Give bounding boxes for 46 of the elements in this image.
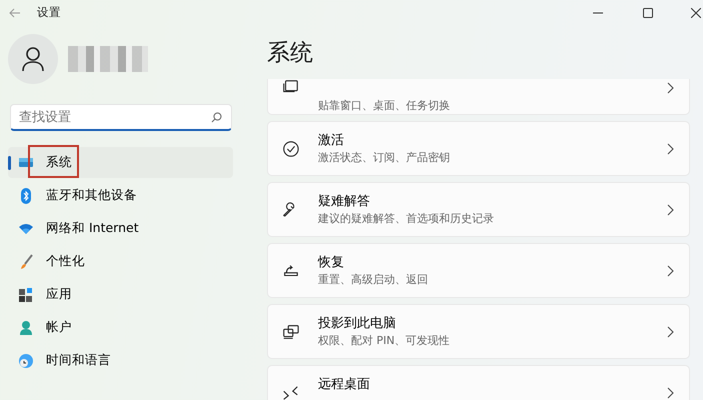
chevron-icon	[665, 142, 675, 154]
window-title: 设置	[37, 4, 61, 22]
nav-item[interactable]: 网络和 Internet	[8, 213, 233, 244]
person-icon	[18, 320, 34, 336]
search-icon	[211, 112, 222, 123]
nav-item[interactable]: 应用	[8, 279, 233, 310]
back-arrow-icon[interactable]	[9, 8, 21, 18]
card-subtitle: 权限、配对 PIN、可发现性	[318, 333, 450, 349]
card-title: 投影到此电脑	[318, 314, 397, 332]
maximize-icon	[643, 8, 653, 18]
screens-icon	[282, 322, 300, 340]
check-circle-icon	[282, 140, 300, 158]
chevron-icon	[665, 386, 675, 398]
apps-icon	[18, 286, 34, 302]
nav-item[interactable]: 系统	[8, 147, 233, 178]
card-subtitle: 激活状态、订阅、产品密钥	[318, 150, 450, 166]
chevron-icon	[665, 204, 675, 216]
chevron-icon	[665, 82, 675, 94]
nav-item[interactable]: 个性化	[8, 246, 233, 277]
clock-icon	[18, 352, 34, 368]
card-title: 激活	[318, 132, 345, 150]
settings-card[interactable]: 疑难解答 建议的疑难解答、首选项和历史记录	[267, 182, 690, 236]
card-subtitle: 贴靠窗口、桌面、任务切换	[318, 98, 450, 114]
remote-arrows-icon	[282, 384, 300, 400]
card-subtitle: 建议的疑难解答、首选项和历史记录	[318, 211, 494, 227]
brush-icon	[18, 254, 34, 270]
settings-card[interactable]: 远程桌面	[267, 364, 690, 400]
nav-item[interactable]: 帐户	[8, 312, 233, 343]
chevron-icon	[665, 326, 675, 338]
card-subtitle: 重置、高级启动、返回	[318, 272, 428, 288]
card-title: 疑难解答	[318, 192, 371, 210]
card-title: 远程桌面	[318, 376, 370, 394]
nav-item[interactable]: 时间和语言	[8, 345, 233, 376]
settings-card[interactable]: 激活 激活状态、订阅、产品密钥	[267, 120, 690, 176]
settings-card[interactable]: 投影到此电脑 权限、配对 PIN、可发现性	[267, 304, 690, 358]
minimize-icon	[593, 12, 603, 14]
settings-card[interactable]: 贴靠窗口、桌面、任务切换	[267, 78, 690, 114]
bluetooth-icon	[18, 188, 34, 204]
nav-item[interactable]: 蓝牙和其他设备	[8, 180, 233, 211]
search-field[interactable]: 查找设置	[10, 104, 232, 131]
chevron-icon	[665, 264, 675, 276]
close-icon	[691, 8, 701, 18]
page-title: 系统	[267, 39, 314, 68]
avatar[interactable]	[8, 34, 58, 84]
card-title: 恢复	[318, 254, 345, 272]
settings-card[interactable]: 恢复 重置、高级启动、返回	[267, 242, 690, 298]
